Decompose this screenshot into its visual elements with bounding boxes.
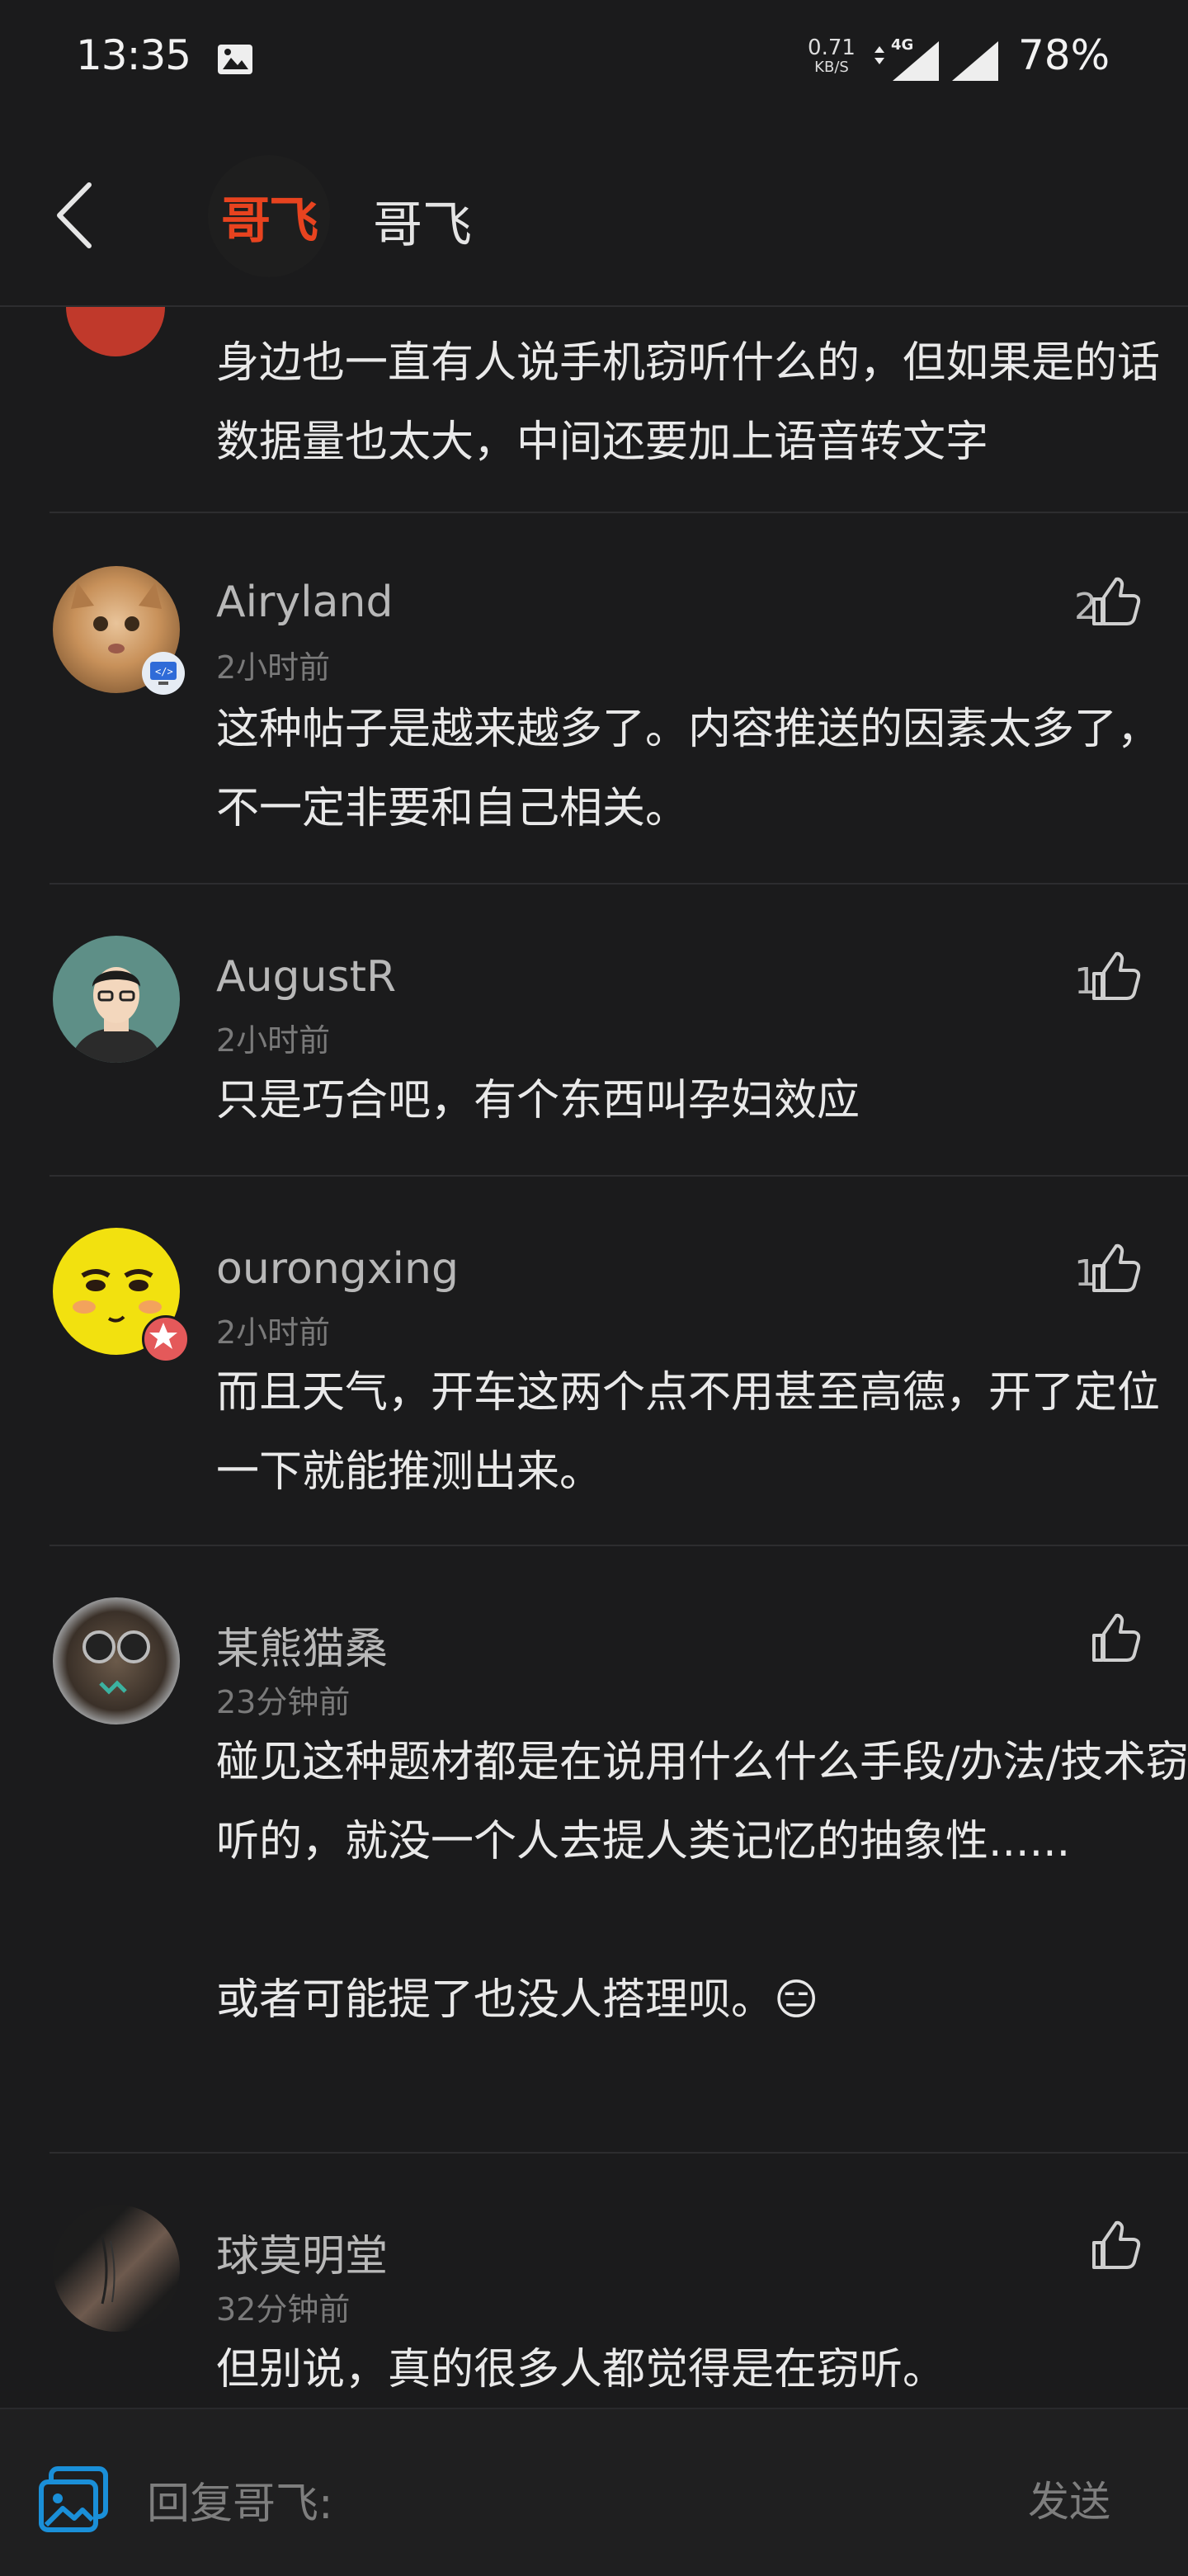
comment-item: 球莫明堂 32分钟前 但别说，真的很多人都觉得是在窃听。 bbox=[50, 2154, 1188, 2409]
status-bar: 13:35 0.71 KB/S 4G 78% bbox=[0, 0, 1188, 124]
net-speed-unit: KB/S bbox=[814, 59, 849, 76]
tattoo-arm-avatar-icon bbox=[101, 2237, 116, 2305]
avatar[interactable] bbox=[66, 307, 165, 356]
insert-image-button[interactable] bbox=[38, 2465, 112, 2538]
net-speed-value: 0.71 bbox=[808, 35, 856, 60]
image-icon bbox=[39, 2466, 108, 2532]
comment-body: 但别说，真的很多人都觉得是在窃听。 bbox=[216, 2345, 946, 2394]
author-avatar-text: 哥飞 bbox=[221, 191, 318, 250]
svg-text:</>: </> bbox=[155, 666, 173, 677]
comment-body: 碰见这种题材都是在说用什么什么手段/办法/技术窃听的，就没一个人去提人类记忆的抽… bbox=[216, 1738, 1188, 2025]
device-badge-icon: </> bbox=[142, 652, 185, 695]
comment-author[interactable]: 某熊猫桑 bbox=[216, 1614, 388, 1676]
comment-time: 2小时前 bbox=[216, 1314, 331, 1351]
thumbs-up-icon[interactable] bbox=[1089, 951, 1142, 1007]
comment-item: 某熊猫桑 23分钟前 碰见这种题材都是在说用什么什么手段/办法/技术窃听的，就没… bbox=[50, 1546, 1188, 2154]
author-avatar[interactable]: 哥飞 bbox=[208, 155, 330, 277]
network-speed: 0.71 KB/S bbox=[807, 35, 856, 78]
comment-item: AugustR 2小时前 1 只是巧合吧，有个东西叫孕妇效应 bbox=[50, 885, 1188, 1177]
thumbs-up-icon[interactable] bbox=[1089, 1612, 1142, 1668]
thumbs-up-icon[interactable] bbox=[1089, 576, 1142, 632]
status-time: 13:35 bbox=[76, 31, 191, 79]
comment-body: 只是巧合吧，有个东西叫孕妇效应 bbox=[216, 1076, 860, 1125]
avatar[interactable] bbox=[53, 936, 180, 1063]
reply-bar: 回复哥飞: 发送 bbox=[0, 2408, 1188, 2576]
avatar[interactable] bbox=[53, 1597, 180, 1724]
comment-item: </> Airyland 2小时前 2 这种帖子是越来越多了。内容推送的因素太多… bbox=[50, 513, 1188, 885]
comment-body: 这种帖子是越来越多了。内容推送的因素太多了，不一定非要和自己相关。 bbox=[216, 705, 1161, 833]
comment-author[interactable]: Airyland bbox=[216, 578, 393, 627]
comment-time: 2小时前 bbox=[216, 1022, 331, 1059]
toy-figure-avatar-icon bbox=[82, 1630, 150, 1695]
net-type-label: 4G bbox=[891, 36, 913, 54]
comment-author[interactable]: AugustR bbox=[216, 952, 396, 1002]
chevron-left-icon bbox=[57, 182, 92, 248]
comment-time: 23分钟前 bbox=[216, 1684, 351, 1720]
thumbs-up-icon[interactable] bbox=[1089, 2220, 1142, 2276]
thread-header: 哥飞 哥飞 bbox=[0, 124, 1188, 307]
back-button[interactable] bbox=[50, 178, 99, 256]
thumbs-up-icon[interactable] bbox=[1089, 1243, 1142, 1299]
man-avatar-icon bbox=[69, 967, 163, 1063]
signal-strength-icon bbox=[950, 40, 1000, 86]
comment-body: 而且天气，开车这两个点不用甚至高德，开了定位一下就能推测出来。 bbox=[216, 1368, 1161, 1497]
header-title[interactable]: 哥飞 bbox=[373, 185, 472, 257]
comment-author[interactable]: 球莫明堂 bbox=[216, 2221, 388, 2283]
comment-body: 身边也一直有人说手机窃听什么的，但如果是的话数据量也太大，中间还要加上语音转文字 bbox=[216, 338, 1161, 467]
avatar[interactable] bbox=[53, 2205, 180, 2332]
cellular-4g-signal-icon: 4G bbox=[873, 36, 942, 86]
reply-input[interactable]: 回复哥飞: bbox=[147, 2469, 333, 2531]
comment-author[interactable]: ourongxing bbox=[216, 1244, 459, 1294]
battery-level: 78% bbox=[1018, 31, 1110, 79]
user-level-badge-icon bbox=[142, 1315, 190, 1363]
comment-time: 32分钟前 bbox=[216, 2291, 351, 2328]
image-notification-icon bbox=[216, 43, 254, 79]
comment-item: ourongxing 2小时前 1 而且天气，开车这两个点不用甚至高德，开了定位… bbox=[50, 1177, 1188, 1546]
comment-time: 2小时前 bbox=[216, 649, 331, 686]
send-button[interactable]: 发送 bbox=[1028, 2469, 1110, 2528]
